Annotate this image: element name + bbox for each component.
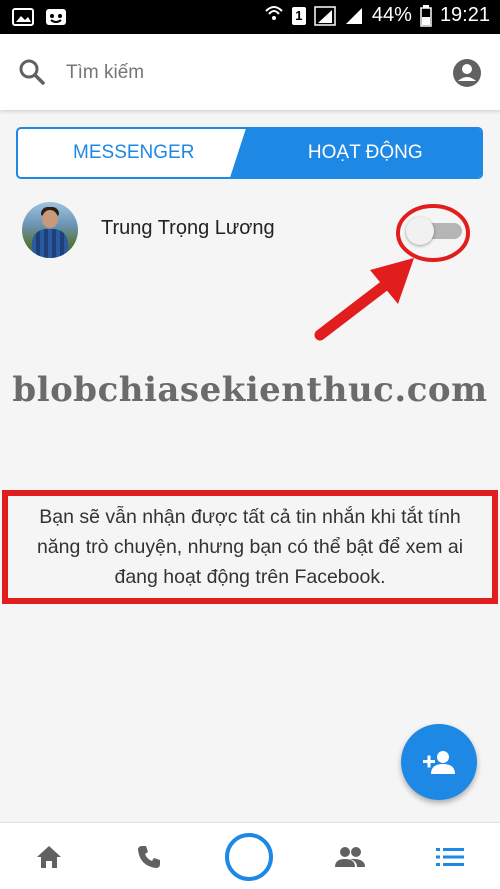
status-bar: 1 44% 19:21 bbox=[0, 0, 500, 34]
tab-messenger-label: MESSENGER bbox=[73, 142, 195, 163]
hotspot-icon bbox=[265, 5, 283, 20]
avatar bbox=[22, 202, 78, 258]
nav-calls[interactable] bbox=[119, 823, 179, 889]
search-bar[interactable]: Tìm kiếm bbox=[0, 34, 500, 110]
clock: 19:21 bbox=[439, 4, 490, 26]
annotation-arrow-shaft bbox=[314, 277, 394, 341]
tab-active-now-label: HOẠT ĐỘNG bbox=[307, 142, 423, 163]
app-notification-icon bbox=[46, 9, 66, 25]
people-icon bbox=[335, 846, 365, 867]
battery-percent: 44% bbox=[371, 4, 412, 26]
search-icon[interactable] bbox=[18, 58, 46, 86]
active-status-toggle[interactable] bbox=[406, 217, 462, 245]
signal-icon bbox=[314, 5, 336, 26]
list-icon bbox=[436, 847, 464, 866]
contact-row: Trung Trọng Lương bbox=[0, 200, 500, 260]
home-icon bbox=[37, 845, 61, 868]
signal-2-icon bbox=[345, 7, 362, 24]
watermark: blobchiasekienthuc.com bbox=[12, 370, 488, 410]
contact-name: Trung Trọng Lương bbox=[101, 217, 275, 239]
sim-badge: 1 bbox=[291, 6, 306, 25]
account-icon[interactable] bbox=[452, 58, 482, 88]
search-input[interactable]: Tìm kiếm bbox=[66, 62, 144, 84]
add-contact-button[interactable] bbox=[401, 724, 477, 800]
bottom-nav bbox=[0, 822, 500, 889]
photo-icon bbox=[12, 8, 34, 26]
battery-icon bbox=[420, 4, 432, 27]
nav-people[interactable] bbox=[320, 823, 380, 889]
nav-camera[interactable] bbox=[219, 823, 279, 889]
info-text: Bạn sẽ vẫn nhận được tất cả tin nhắn khi… bbox=[36, 506, 464, 588]
phone-icon bbox=[138, 845, 160, 868]
nav-list[interactable] bbox=[420, 823, 480, 889]
camera-icon bbox=[225, 832, 273, 881]
tab-bar: MESSENGER HOẠT ĐỘNG bbox=[16, 127, 483, 179]
annotation-arrow-head bbox=[370, 258, 414, 304]
nav-home[interactable] bbox=[19, 823, 79, 889]
tab-messenger[interactable]: MESSENGER bbox=[18, 129, 250, 177]
tab-active-now[interactable]: HOẠT ĐỘNG bbox=[249, 129, 481, 177]
info-callout: Bạn sẽ vẫn nhận được tất cả tin nhắn khi… bbox=[2, 490, 498, 604]
add-person-icon bbox=[423, 751, 455, 774]
